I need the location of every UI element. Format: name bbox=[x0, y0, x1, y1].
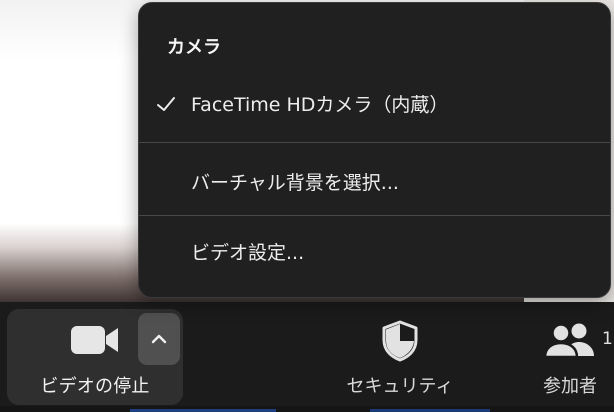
bottom-strip bbox=[0, 406, 614, 412]
menu-item-virtual-background[interactable]: バーチャル背景を選択... bbox=[139, 163, 610, 203]
chevron-up-icon bbox=[151, 334, 167, 344]
security-label: セキュリティ bbox=[346, 376, 454, 397]
menu-item-virtual-background-label: バーチャル背景を選択... bbox=[191, 172, 399, 194]
participants-label: 参加者 bbox=[543, 376, 597, 397]
video-options-button[interactable] bbox=[138, 313, 180, 365]
shield-icon bbox=[382, 320, 418, 362]
stop-video-button[interactable]: ビデオの停止 bbox=[7, 309, 183, 405]
stop-video-label: ビデオの停止 bbox=[40, 376, 150, 397]
people-icon bbox=[544, 323, 594, 358]
menu-divider bbox=[139, 142, 610, 143]
camera-option-label: FaceTime HDカメラ（内蔵） bbox=[191, 94, 449, 116]
camera-menu: カメラ FaceTime HDカメラ（内蔵） バーチャル背景を選択... ビデオ… bbox=[138, 2, 611, 298]
participants-count: 1 bbox=[602, 329, 613, 349]
camera-menu-header: カメラ bbox=[167, 37, 221, 58]
meeting-toolbar: ビデオの停止 セキュリティ 1 参加者 bbox=[0, 302, 614, 412]
camera-option-facetime[interactable]: FaceTime HDカメラ（内蔵） bbox=[139, 85, 610, 125]
security-button[interactable]: セキュリティ bbox=[322, 309, 478, 405]
participants-button[interactable]: 1 参加者 bbox=[520, 309, 614, 405]
menu-item-video-settings[interactable]: ビデオ設定... bbox=[139, 233, 610, 273]
menu-item-video-settings-label: ビデオ設定... bbox=[191, 242, 305, 264]
checkmark-icon bbox=[157, 97, 175, 111]
menu-divider bbox=[139, 215, 610, 216]
video-camera-icon bbox=[71, 326, 118, 354]
